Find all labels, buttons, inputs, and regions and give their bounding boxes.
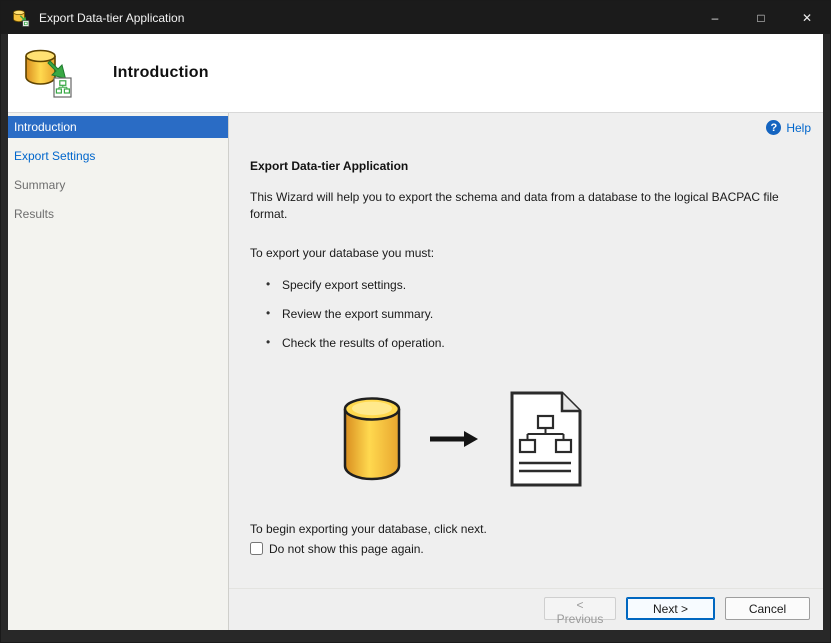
content-pane: ? Help Export Data-tier Application This… <box>228 113 823 630</box>
content-body: Export Data-tier Application This Wizard… <box>229 137 823 588</box>
begin-text: To begin exporting your database, click … <box>250 521 487 536</box>
cancel-button[interactable]: Cancel <box>725 597 810 620</box>
export-data-tier-wizard-window: Export Data-tier Application – □ ✕ Intro… <box>0 0 831 643</box>
wizard-steps-sidebar: Introduction Export Settings Summary Res… <box>8 113 228 630</box>
button-bar: < Previous Next > Cancel <box>229 588 823 630</box>
export-dac-icon <box>23 47 75 99</box>
list-item: Check the results of operation. <box>250 335 823 350</box>
help-icon: ? <box>766 120 782 135</box>
content-heading: Export Data-tier Application <box>250 159 409 173</box>
list-item-text: Specify export settings. <box>282 277 407 292</box>
sidebar-item-introduction[interactable]: Introduction <box>8 116 228 138</box>
list-item: Specify export settings. <box>250 277 823 292</box>
window-controls: – □ ✕ <box>692 1 830 34</box>
titlebar[interactable]: Export Data-tier Application – □ ✕ <box>1 1 830 34</box>
close-button[interactable]: ✕ <box>784 1 830 34</box>
app-database-export-icon <box>12 9 30 27</box>
next-button[interactable]: Next > <box>626 597 715 620</box>
help-row: ? Help <box>229 113 823 137</box>
maximize-button[interactable]: □ <box>738 1 784 34</box>
list-item: Review the export summary. <box>250 306 823 321</box>
dont-show-again-label: Do not show this page again. <box>269 541 424 556</box>
page-title: Introduction <box>113 64 209 81</box>
sidebar-item-results: Results <box>14 207 55 221</box>
help-link[interactable]: ? Help <box>766 120 811 135</box>
list-item-text: Review the export summary. <box>282 306 434 321</box>
previous-button: < Previous <box>544 597 616 626</box>
dont-show-again-checkbox[interactable] <box>250 542 263 556</box>
wizard-header: Introduction <box>8 34 823 113</box>
window-title: Export Data-tier Application <box>39 10 185 25</box>
wizard-panel: Introduction Introduction Export Setting… <box>8 34 823 630</box>
arrow-right-icon <box>428 426 480 452</box>
sidebar-item-export-settings[interactable]: Export Settings <box>8 145 228 167</box>
minimize-button[interactable]: – <box>692 1 738 34</box>
wizard-description: This Wizard will help you to export the … <box>250 190 779 222</box>
requirements-intro: To export your database you must: <box>250 245 435 260</box>
requirements-list: Specify export settings. Review the expo… <box>250 277 823 350</box>
database-icon <box>342 396 402 482</box>
sidebar-item-summary: Summary <box>14 178 66 192</box>
export-illustration <box>342 390 823 488</box>
help-label: Help <box>786 120 811 135</box>
wizard-main: Introduction Export Settings Summary Res… <box>8 113 823 630</box>
dont-show-again-row[interactable]: Do not show this page again. <box>250 542 823 556</box>
list-item-text: Check the results of operation. <box>282 335 445 350</box>
bacpac-file-icon <box>506 390 584 488</box>
